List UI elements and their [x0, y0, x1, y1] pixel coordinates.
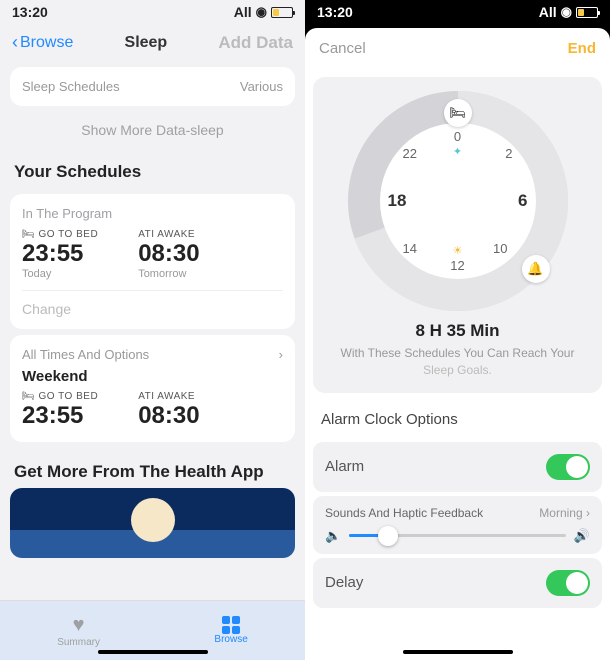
home-indicator[interactable]	[98, 650, 208, 654]
tab-summary[interactable]: ♥ Summary	[57, 614, 100, 648]
show-more-link[interactable]: Show More Data-sleep	[0, 112, 305, 148]
bell-icon: 🔔	[527, 261, 543, 277]
wake-time-2: 08:30	[138, 402, 199, 430]
weekend-schedule-card: All Times And Options › Weekend 🛏 GO TO …	[10, 335, 295, 442]
end-button[interactable]: End	[568, 40, 596, 57]
heart-icon: ♥	[73, 614, 85, 637]
battery-icon	[271, 7, 293, 18]
alarm-options-heading: Alarm Clock Options	[305, 401, 610, 438]
delay-toggle[interactable]	[546, 570, 590, 596]
delay-label: Delay	[325, 574, 363, 591]
bed-time-2: 23:55	[22, 402, 98, 430]
volume-slider[interactable]: 🔈 🔊	[325, 528, 590, 544]
editor-sheet: Cancel End 0 2 6 10 12 14 18 22 ✦ ☀ 🛏 🔔	[305, 28, 610, 660]
sun-icon: ☀	[453, 244, 463, 257]
bed-label: 🛏 GO TO BED	[22, 229, 98, 240]
alarm-toggle-row: Alarm	[313, 442, 602, 492]
bed-icon: 🛏	[449, 105, 466, 121]
sleep-editor-screen: 13:20 All ◉ Cancel End 0 2 6 10 12 14 18	[305, 0, 610, 660]
sleep-dial[interactable]: 0 2 6 10 12 14 18 22 ✦ ☀ 🛏 🔔	[348, 91, 568, 311]
status-bar-2: 13:20 All ◉	[305, 0, 610, 24]
bed-knob[interactable]: 🛏	[444, 99, 472, 127]
health-sleep-screen: 13:20 All ◉ ‹Browse Sleep Add Data Sleep…	[0, 0, 305, 660]
stars-icon: ✦	[453, 145, 462, 158]
bed-label-2: 🛏 GO TO BED	[22, 391, 98, 402]
alarm-knob[interactable]: 🔔	[522, 255, 550, 283]
get-more-heading: Get More From The Health App	[0, 448, 305, 488]
sleep-dial-card: 0 2 6 10 12 14 18 22 ✦ ☀ 🛏 🔔 8 H 35 Min …	[313, 77, 602, 393]
sleep-schedules-value: Various	[240, 79, 283, 94]
weekend-label: Weekend	[22, 368, 283, 385]
moon-icon	[131, 498, 175, 542]
network-label-2: All	[539, 4, 557, 20]
nav-bar: ‹Browse Sleep Add Data	[0, 24, 305, 61]
sounds-label: Sounds And Haptic Feedback	[325, 506, 483, 520]
status-bar: 13:20 All ◉	[0, 0, 305, 24]
speaker-high-icon: 🔊	[574, 528, 590, 544]
status-time-2: 13:20	[317, 4, 353, 20]
page-title: Sleep	[125, 34, 168, 52]
chevron-left-icon: ‹	[12, 32, 18, 53]
tomorrow-label: Tomorrow	[138, 268, 199, 280]
alarm-toggle[interactable]	[546, 454, 590, 480]
home-indicator-2[interactable]	[403, 650, 513, 654]
delay-toggle-row: Delay	[313, 558, 602, 608]
tab-browse[interactable]: Browse	[214, 616, 247, 645]
network-label: All	[234, 4, 252, 20]
status-time: 13:20	[12, 4, 48, 20]
night-illustration[interactable]	[10, 488, 295, 558]
add-data-button[interactable]: Add Data	[218, 33, 293, 53]
wake-label-2: ATI AWAKE	[138, 391, 199, 402]
wake-label: ATI AWAKE	[138, 229, 199, 240]
chevron-right-icon-2: ›	[586, 506, 590, 520]
grid-icon	[222, 616, 240, 634]
sounds-card: Sounds And Haptic Feedback Morning › 🔈 🔊	[313, 496, 602, 554]
sounds-row[interactable]: Sounds And Haptic Feedback Morning ›	[325, 506, 590, 520]
back-button[interactable]: ‹Browse	[12, 32, 73, 53]
battery-icon-2	[576, 7, 598, 18]
bed-time: 23:55	[22, 240, 98, 268]
speaker-low-icon: 🔈	[325, 528, 341, 544]
chevron-right-icon: ›	[279, 347, 283, 362]
your-schedules-heading: Your Schedules	[0, 148, 305, 188]
sleep-schedules-label: Sleep Schedules	[22, 79, 120, 94]
goal-description: With These Schedules You Can Reach Your …	[327, 345, 588, 379]
duration-label: 8 H 35 Min	[327, 321, 588, 341]
program-schedule-card: In The Program 🛏 GO TO BED 23:55 Today A…	[10, 194, 295, 329]
wake-time: 08:30	[138, 240, 199, 268]
wifi-icon-2: ◉	[561, 4, 572, 20]
change-button[interactable]: Change	[22, 290, 283, 317]
wifi-icon: ◉	[256, 4, 267, 20]
all-times-row[interactable]: All Times And Options ›	[22, 347, 283, 368]
sleep-schedules-row[interactable]: Sleep Schedules Various	[10, 67, 295, 106]
in-program-label: In The Program	[22, 206, 283, 221]
today-label: Today	[22, 268, 98, 280]
alarm-label: Alarm	[325, 458, 364, 475]
cancel-button[interactable]: Cancel	[319, 40, 366, 57]
